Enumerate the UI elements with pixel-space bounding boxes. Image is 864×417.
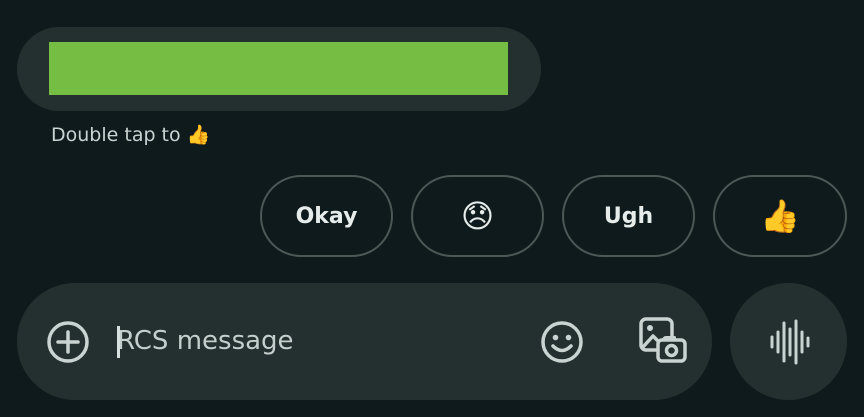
thumbs-up-icon: 👍 [760, 197, 800, 235]
sad-face-icon: 😞 [460, 197, 495, 235]
voice-waveform-icon [770, 319, 809, 364]
message-composer [17, 283, 712, 400]
gallery-button[interactable] [631, 311, 691, 371]
gallery-camera-icon [639, 317, 687, 363]
reaction-hint-text: Double tap to [51, 124, 181, 146]
smart-reply-label: Ugh [603, 203, 654, 229]
add-attachment-button[interactable] [43, 317, 93, 367]
add-circle-icon [47, 321, 89, 363]
thumbs-up-icon: 👍 [186, 124, 211, 146]
emoji-smile-icon [541, 321, 583, 363]
redacted-message-content [49, 42, 508, 95]
smart-reply-label: Okay [295, 203, 358, 229]
message-input[interactable] [117, 319, 517, 363]
text-cursor [117, 326, 120, 358]
conversation-screen: Double tap to 👍 Okay 😞 Ugh 👍 [0, 0, 864, 417]
smart-reply-ugh[interactable]: Ugh [562, 175, 695, 257]
message-bubble[interactable] [17, 27, 541, 111]
smart-reply-sad-emoji[interactable]: 😞 [411, 175, 544, 257]
smart-reply-thumbs-up[interactable]: 👍 [713, 175, 847, 257]
smart-reply-okay[interactable]: Okay [260, 175, 393, 257]
reaction-hint: Double tap to 👍 [51, 122, 210, 148]
emoji-button[interactable] [537, 317, 587, 367]
voice-message-button[interactable] [730, 283, 847, 400]
